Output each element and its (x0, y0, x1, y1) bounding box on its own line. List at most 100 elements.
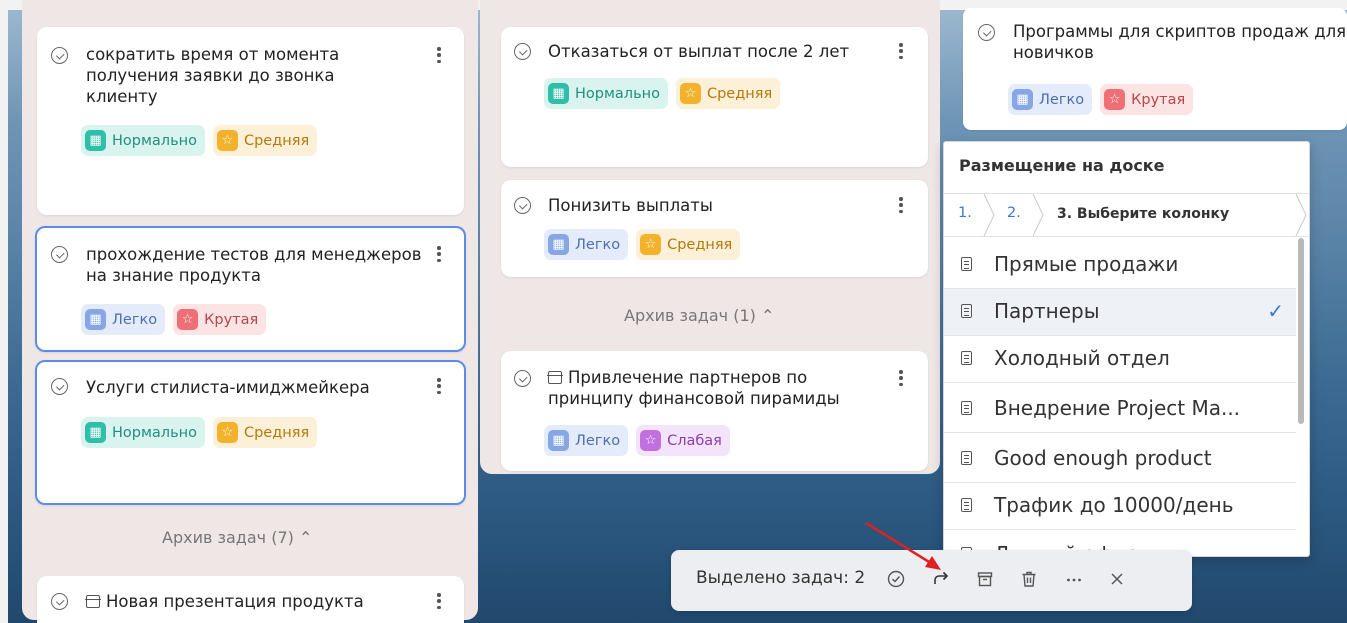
step-2-link[interactable]: 2. (1007, 205, 1021, 221)
check-circle-icon[interactable] (51, 246, 68, 263)
column-option[interactable]: Трафик до 10000/день (944, 483, 1296, 530)
more-vertical-icon[interactable] (899, 197, 903, 213)
list-doc-icon (961, 257, 972, 271)
more-actions-button[interactable] (1063, 568, 1085, 590)
task-title: Программы для скриптов продаж для новичк… (1013, 22, 1347, 62)
more-vertical-icon[interactable] (437, 593, 441, 609)
task-card-selected[interactable]: Услуги стилиста-имиджмейкера ▦ Нормально … (35, 360, 466, 505)
check-circle-icon[interactable] (51, 593, 68, 610)
task-card-selected[interactable]: прохождение тестов для менеджеров на зна… (35, 226, 466, 352)
star-icon: ☆ (640, 234, 662, 255)
film-icon: ▦ (85, 422, 106, 443)
step-1-link[interactable]: 1. (958, 205, 972, 221)
popup-title: Размещение на доске (959, 156, 1165, 175)
check-circle-icon[interactable] (51, 378, 68, 395)
task-title: прохождение тестов для менеджеров на зна… (86, 245, 422, 285)
chevron-up-icon: ⌃ (760, 306, 775, 325)
archive-tasks-button[interactable] (974, 568, 996, 590)
list-doc-icon (961, 401, 972, 415)
column-option-selected[interactable]: Партнеры ✓ (944, 289, 1296, 336)
importance-tag: ☆ Крутая (173, 304, 267, 335)
archive-box-icon (85, 595, 101, 608)
effort-tag: ▦ Нормально (81, 417, 205, 448)
effort-tag: ▦ Легко (81, 304, 166, 335)
breadcrumb-separator-icon (983, 194, 995, 236)
importance-tag: ☆ Крутая (1100, 84, 1194, 115)
archived-task-card[interactable]: Привлечение партнеров по принципу финанс… (501, 351, 928, 471)
importance-tag: ☆ Слабая (636, 425, 730, 456)
popup-scrollbar[interactable] (1298, 238, 1304, 424)
effort-tag: ▦ Легко (1008, 84, 1093, 115)
more-horizontal-icon (1067, 578, 1081, 582)
importance-tag: ☆ Средняя (212, 125, 318, 156)
task-card[interactable]: Отказаться от выплат после 2 лет ▦ Нормал… (501, 27, 928, 167)
more-vertical-icon[interactable] (899, 370, 903, 386)
more-vertical-icon[interactable] (437, 47, 441, 63)
placement-steps-breadcrumb: 1. 2. 3. Выберите колонку (944, 193, 1309, 237)
column-option[interactable]: Холодный отдел (944, 336, 1296, 383)
more-vertical-icon[interactable] (899, 43, 903, 59)
task-title: Привлечение партнеров по принципу финанс… (547, 368, 840, 408)
film-icon: ▦ (85, 130, 106, 151)
archived-task-card[interactable]: Новая презентация продукта (37, 576, 464, 623)
column-option[interactable]: Good enough product (944, 436, 1296, 483)
close-toolbar-button[interactable] (1106, 568, 1128, 590)
film-icon: ▦ (548, 430, 569, 451)
film-icon: ▦ (548, 83, 569, 104)
task-title: сократить время от момента получения зая… (86, 45, 340, 106)
star-icon: ☆ (640, 430, 662, 451)
step-3-current: 3. Выберите колонку (1057, 206, 1230, 222)
check-circle-icon[interactable] (978, 24, 995, 41)
task-title: Отказаться от выплат после 2 лет (548, 42, 850, 61)
board-placement-popup: Размещение на доске 1. 2. 3. Выберите ко… (943, 141, 1310, 557)
move-tasks-button[interactable] (930, 568, 952, 590)
task-card[interactable]: Понизить выплаты ▦ Легко ☆ Средняя (501, 180, 928, 277)
list-doc-icon (961, 304, 972, 318)
list-doc-icon (961, 498, 972, 512)
star-icon: ☆ (679, 83, 701, 104)
task-card[interactable]: Программы для скриптов продаж для новичк… (963, 8, 1347, 130)
task-title: Новая презентация продукта (85, 591, 426, 612)
complete-tasks-button[interactable] (885, 568, 907, 590)
list-doc-icon (961, 451, 972, 465)
task-title: Услуги стилиста-имиджмейкера (86, 378, 370, 397)
selection-toolbar: Выделено задач: 2 (671, 550, 1192, 611)
check-circle-icon[interactable] (514, 43, 531, 60)
star-icon: ☆ (216, 422, 238, 443)
effort-tag: ▦ Легко (544, 229, 629, 260)
film-icon: ▦ (1012, 89, 1033, 110)
move-arrow-icon (934, 571, 949, 584)
archive-box-icon (547, 371, 563, 384)
delete-tasks-button[interactable] (1018, 568, 1040, 590)
checkmark-icon: ✓ (1267, 299, 1284, 323)
film-icon: ▦ (85, 309, 106, 330)
close-icon (1111, 573, 1123, 585)
column-option[interactable]: Внедрение Project Ma... (944, 386, 1296, 433)
archive-box-icon (977, 572, 993, 587)
importance-tag: ☆ Средняя (212, 417, 318, 448)
breadcrumb-separator-icon (1032, 194, 1044, 236)
star-icon: ☆ (177, 309, 199, 330)
more-vertical-icon[interactable] (437, 246, 441, 262)
column-option[interactable]: Прямые продажи (944, 242, 1296, 289)
check-circle-icon[interactable] (514, 370, 531, 387)
task-card[interactable]: сократить время от момента получения зая… (37, 27, 464, 215)
check-circle-icon[interactable] (514, 197, 531, 214)
trash-icon (1022, 571, 1036, 587)
archive-toggle[interactable]: Архив задач (1) ⌃ (624, 306, 774, 325)
importance-tag: ☆ Средняя (675, 78, 781, 109)
film-icon: ▦ (548, 234, 569, 255)
chevron-up-icon: ⌃ (298, 528, 313, 547)
star-icon: ☆ (1104, 89, 1126, 110)
effort-tag: ▦ Нормально (544, 78, 668, 109)
task-title: Понизить выплаты (548, 196, 713, 215)
breadcrumb-separator-icon (1295, 194, 1307, 236)
archive-toggle[interactable]: Архив задач (7) ⌃ (162, 528, 312, 547)
check-circle-icon[interactable] (51, 47, 68, 64)
check-circle-icon (887, 570, 905, 588)
importance-tag: ☆ Средняя (636, 229, 741, 260)
effort-tag: ▦ Нормально (81, 125, 205, 156)
effort-tag: ▦ Легко (544, 425, 629, 456)
more-vertical-icon[interactable] (437, 378, 441, 394)
star-icon: ☆ (216, 130, 238, 151)
